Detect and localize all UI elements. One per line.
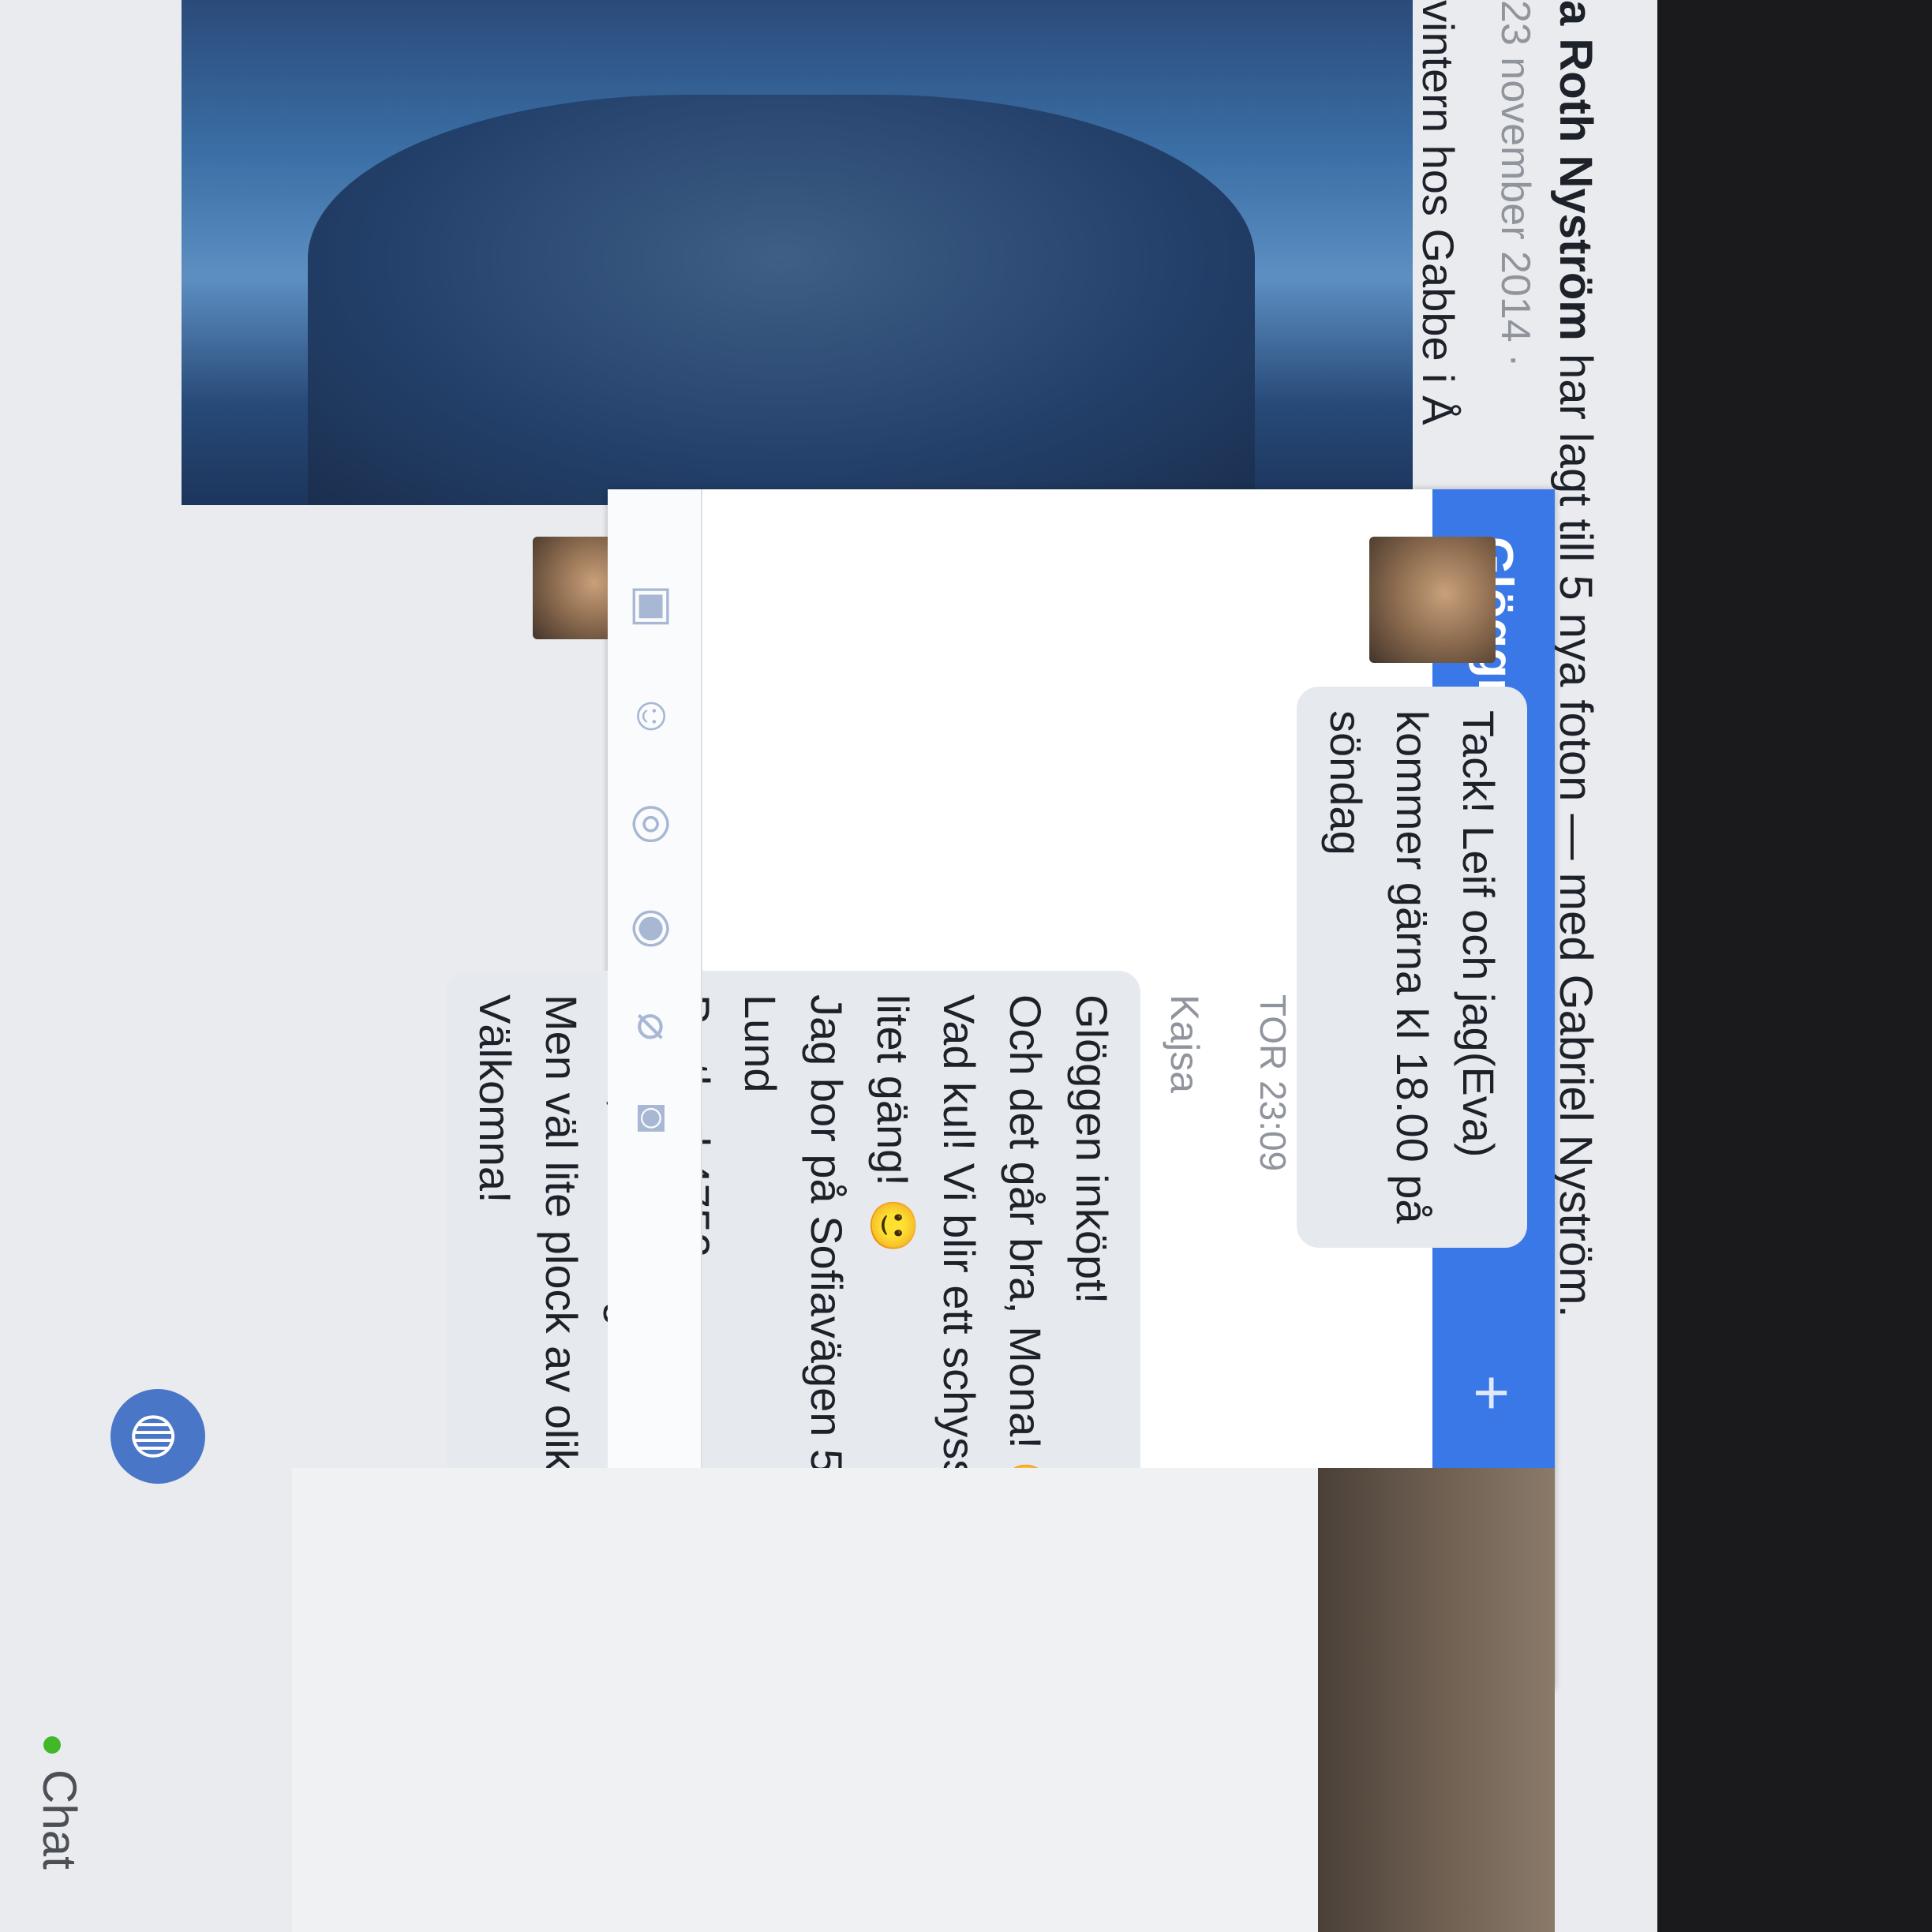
online-dot <box>43 1736 61 1754</box>
photo-of-screen: a Roth Nyström har lagt till 5 nya foton… <box>0 0 1932 1932</box>
post-date[interactable]: 23 november 2014 · <box>1492 0 1539 367</box>
post-photo[interactable] <box>182 0 1413 505</box>
sender-name: Kajsa <box>1163 994 1207 1094</box>
message-line: söndag <box>1321 710 1371 856</box>
gif-icon[interactable]: ◎ <box>627 803 682 844</box>
message-bubble: Tack! Leif och jag(Eva) kommer gärna kl … <box>1297 687 1527 1248</box>
post-author[interactable]: a Roth Nyström <box>1550 0 1601 341</box>
sidebar-image[interactable] <box>1318 1468 1555 1932</box>
avatar[interactable] <box>1369 537 1496 663</box>
facebook-screen: a Roth Nyström har lagt till 5 nya foton… <box>0 0 1657 1932</box>
chat-label: Chat <box>33 1769 86 1870</box>
message-timestamp: TOR 23:09 <box>1252 994 1294 1172</box>
message-line: Tack! Leif och jag(Eva) <box>1454 710 1503 1158</box>
post-action: har lagt till 5 nya foton — med Gabriel … <box>1550 340 1601 1318</box>
sticker-icon[interactable]: ▣ <box>627 584 682 629</box>
photo-landscape <box>308 95 1255 505</box>
emoji-icon[interactable]: ☺ <box>627 692 682 740</box>
chat-sidebar-toggle[interactable]: Chat <box>32 1736 87 1870</box>
sidebar-panel <box>292 1468 1318 1932</box>
post-caption: vintern hos Gabbe i Å <box>1413 0 1463 425</box>
post-title: a Roth Nyström har lagt till 5 nya foton… <box>1549 0 1602 1318</box>
plus-icon[interactable]: + <box>1452 1357 1531 1428</box>
message-line: kommer gärna kl 18.00 på <box>1387 710 1437 1224</box>
attach-icon[interactable]: ⌀ <box>627 1013 682 1041</box>
photo-icon[interactable]: ◉ <box>627 908 682 949</box>
camera-icon[interactable]: ◙ <box>627 1104 682 1133</box>
globe-icon[interactable]: ◍ <box>110 1389 205 1484</box>
